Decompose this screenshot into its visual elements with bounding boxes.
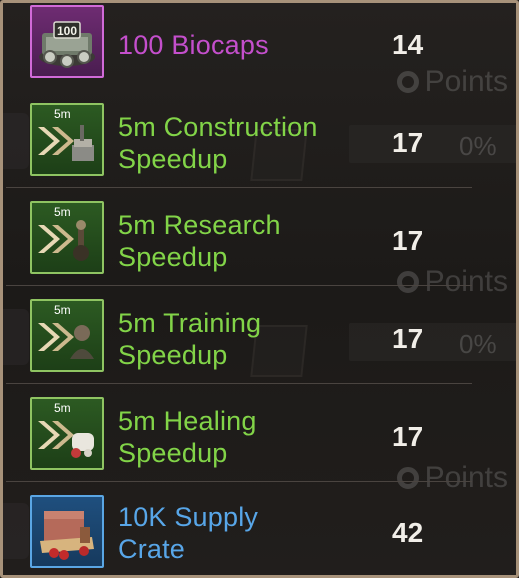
item-name: 100 Biocaps (118, 30, 269, 60)
research-speedup-icon: 5m (30, 201, 104, 274)
duration-badge: 5m (54, 401, 71, 415)
item-name: 5m Research Speedup (118, 209, 281, 273)
construction-speedup-icon: 5m (30, 103, 104, 176)
item-name-line1: 5m Healing (118, 406, 257, 436)
duration-badge: 5m (54, 303, 71, 317)
healing-speedup-icon: 5m (30, 397, 104, 470)
item-name-line1: 5m Construction (118, 112, 318, 142)
row-divider (6, 481, 472, 482)
item-name: 5m Construction Speedup (118, 111, 318, 175)
reward-row-supply-crate: 10K Supply Crate 42 (6, 483, 472, 575)
item-name: 5m Training Speedup (118, 307, 261, 371)
reward-row-healing-speedup: 5m 5m Healing Speedup 17 (6, 385, 472, 482)
row-divider (6, 187, 472, 188)
item-name-line1: 10K Supply (118, 502, 259, 532)
item-name-line1: 5m Training (118, 308, 262, 338)
biocaps-icon: 100 (30, 5, 104, 78)
item-name: 5m Healing Speedup (118, 405, 257, 469)
row-divider (6, 383, 472, 384)
reward-row-research-speedup: 5m 5m Research Speedup 17 (6, 189, 472, 286)
rewards-panel: Points 0% Points 0% Points 100 100 Bioca… (0, 0, 519, 578)
item-name-line2: Speedup (118, 144, 228, 174)
item-quantity: 17 (392, 323, 424, 354)
item-name-line2: Crate (118, 534, 186, 564)
training-speedup-icon: 5m (30, 299, 104, 372)
item-name: 10K Supply Crate (118, 501, 258, 565)
item-quantity: 42 (392, 517, 424, 548)
supply-crate-icon (30, 495, 104, 568)
item-name-line1: 5m Research (118, 210, 281, 240)
item-name-line2: Speedup (118, 242, 228, 272)
row-divider (6, 285, 472, 286)
item-quantity: 17 (392, 421, 424, 452)
item-quantity: 14 (392, 29, 424, 60)
duration-badge: 5m (54, 205, 71, 219)
reward-row-biocaps: 100 100 Biocaps 14 (6, 3, 472, 100)
item-quantity: 17 (392, 225, 424, 256)
duration-badge: 5m (54, 107, 71, 121)
reward-row-training-speedup: 5m 5m Training Speedup 17 (6, 287, 472, 384)
svg-text:100: 100 (57, 24, 77, 38)
reward-row-construction-speedup: 5m 5m Construction Speedup 17 (6, 91, 472, 188)
item-name-line2: Speedup (118, 340, 228, 370)
item-name-line2: Speedup (118, 438, 228, 468)
item-quantity: 17 (392, 127, 424, 158)
